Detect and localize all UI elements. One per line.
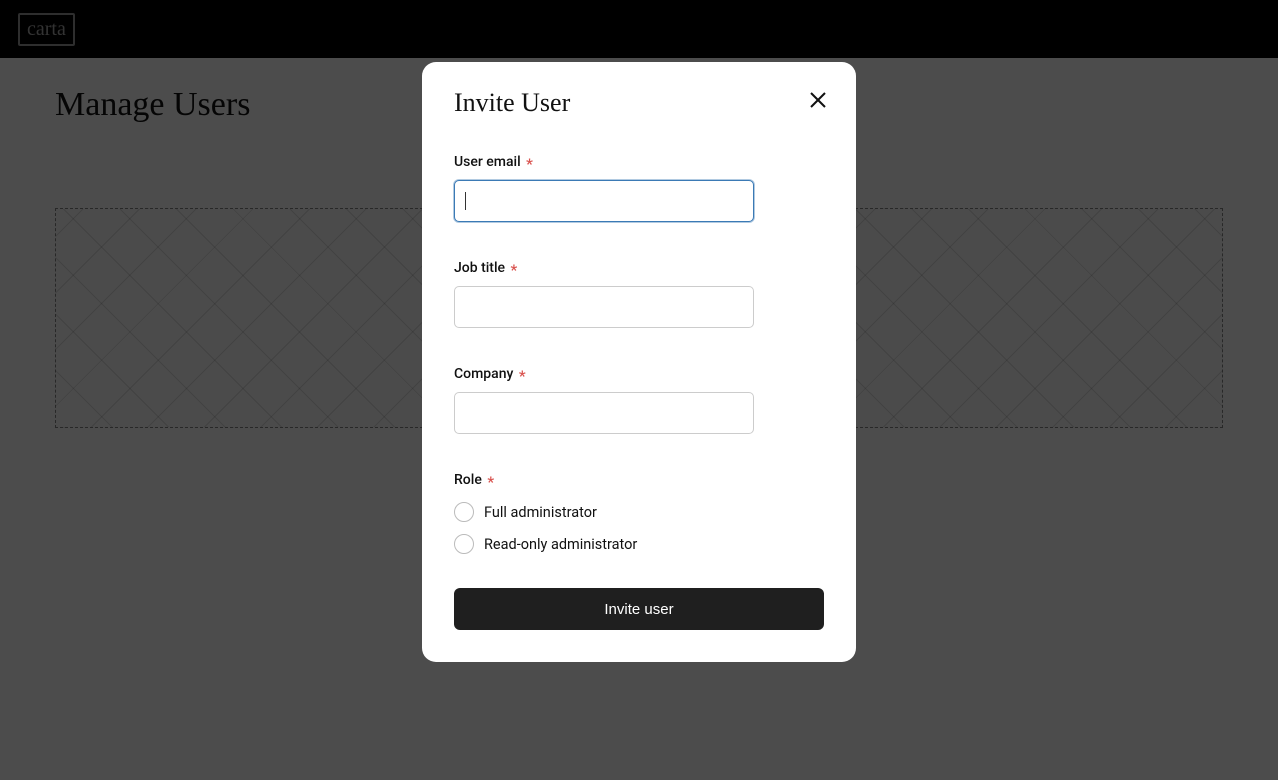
radio-row-full-admin[interactable]: Full administrator bbox=[454, 502, 824, 522]
required-indicator-icon: * bbox=[511, 261, 518, 279]
close-icon bbox=[808, 90, 828, 110]
close-button[interactable] bbox=[808, 90, 828, 110]
radio-button[interactable] bbox=[454, 502, 474, 522]
job-title-label-text: Job title bbox=[454, 260, 505, 276]
job-title-input[interactable] bbox=[454, 286, 754, 328]
radio-row-readonly-admin[interactable]: Read-only administrator bbox=[454, 534, 824, 554]
required-indicator-icon: * bbox=[526, 155, 533, 173]
email-input[interactable] bbox=[454, 180, 754, 222]
role-radio-group: Full administrator Read-only administrat… bbox=[454, 502, 824, 554]
email-label-text: User email bbox=[454, 154, 521, 170]
field-group-email: User email * bbox=[454, 152, 824, 222]
required-indicator-icon: * bbox=[487, 473, 494, 491]
modal-title: Invite User bbox=[454, 88, 824, 118]
radio-button[interactable] bbox=[454, 534, 474, 554]
required-indicator-icon: * bbox=[519, 367, 526, 385]
radio-label: Full administrator bbox=[484, 504, 597, 521]
email-input-wrap bbox=[454, 180, 754, 222]
field-group-role: Role * Full administrator Read-only admi… bbox=[454, 470, 824, 554]
company-label: Company * bbox=[454, 364, 824, 382]
field-group-company: Company * bbox=[454, 364, 824, 434]
company-input[interactable] bbox=[454, 392, 754, 434]
email-label: User email * bbox=[454, 152, 824, 170]
job-title-label: Job title * bbox=[454, 258, 824, 276]
invite-user-modal: Invite User User email * Job title * bbox=[422, 62, 856, 662]
modal-overlay[interactable]: Invite User User email * Job title * bbox=[0, 0, 1278, 780]
role-label-text: Role bbox=[454, 472, 482, 488]
role-label: Role * bbox=[454, 470, 824, 488]
text-caret bbox=[465, 192, 466, 210]
invite-user-button[interactable]: Invite user bbox=[454, 588, 824, 630]
radio-label: Read-only administrator bbox=[484, 536, 637, 553]
field-group-job-title: Job title * bbox=[454, 258, 824, 328]
company-label-text: Company bbox=[454, 366, 513, 382]
